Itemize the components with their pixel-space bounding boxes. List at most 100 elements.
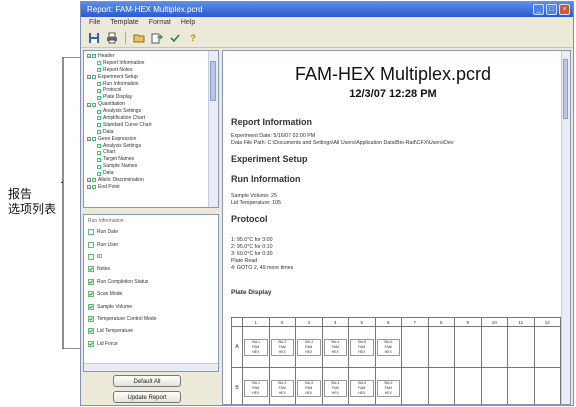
- close-icon[interactable]: ×: [559, 4, 570, 15]
- maximize-icon[interactable]: □: [546, 4, 557, 15]
- menu-file[interactable]: File: [89, 17, 100, 29]
- minimize-icon[interactable]: _: [533, 4, 544, 15]
- tree-item-checkbox[interactable]: [97, 61, 101, 66]
- report-scroll-thumb[interactable]: [563, 59, 568, 119]
- tree-item[interactable]: Sample Names: [87, 163, 208, 170]
- save-icon[interactable]: [87, 31, 101, 45]
- option-checkbox[interactable]: [88, 229, 94, 236]
- toolbar: ?: [81, 29, 573, 48]
- export-icon[interactable]: [150, 31, 164, 45]
- option-item[interactable]: Lid Temperature: [84, 325, 218, 337]
- well-content: Std-2 FAM HEX: [270, 338, 294, 356]
- plate-well: Std-3 FAM HEX: [295, 326, 323, 368]
- tree-item-checkbox[interactable]: [92, 54, 96, 59]
- option-label: Temperature Control Mode: [97, 315, 157, 322]
- tree-item-checkbox[interactable]: [92, 102, 96, 107]
- print-icon[interactable]: [105, 31, 119, 45]
- menu-template[interactable]: Template: [110, 17, 138, 29]
- tree-item[interactable]: Standard Curve Chart: [87, 122, 208, 129]
- tree-item[interactable]: − Quantitation: [87, 101, 208, 108]
- tree-item[interactable]: − End Point: [87, 184, 208, 191]
- tree-item[interactable]: Amplification Chart: [87, 115, 208, 122]
- option-checkbox[interactable]: [88, 278, 94, 285]
- tree-item-checkbox[interactable]: [97, 164, 101, 169]
- option-item[interactable]: Lid Force: [84, 338, 218, 350]
- tree-item[interactable]: Plate Display: [87, 94, 208, 101]
- option-label: Run User: [97, 241, 119, 248]
- report-scrollbar[interactable]: [561, 51, 570, 404]
- tree-item[interactable]: Target Names: [87, 156, 208, 163]
- callout-bracket: [61, 57, 81, 349]
- update-report-button[interactable]: Update Report: [113, 391, 181, 403]
- tree-item-checkbox[interactable]: [97, 82, 101, 86]
- option-checkbox[interactable]: [88, 315, 94, 322]
- plate-well: [480, 326, 508, 368]
- option-item[interactable]: Scan Mode: [84, 288, 218, 300]
- collapse-icon[interactable]: −: [87, 137, 91, 142]
- tree-item-checkbox[interactable]: [92, 178, 96, 183]
- collapse-icon[interactable]: −: [87, 54, 91, 59]
- tree-item[interactable]: Analysis Settings: [87, 108, 208, 115]
- option-item[interactable]: Run Completion Status: [84, 276, 218, 288]
- collapse-icon[interactable]: −: [87, 178, 91, 183]
- tree-item-label: Report Information: [103, 59, 145, 66]
- option-checkbox[interactable]: [88, 253, 94, 260]
- tree-item-checkbox[interactable]: [97, 88, 101, 93]
- tree-item[interactable]: Data: [87, 170, 208, 177]
- collapse-icon[interactable]: −: [87, 102, 91, 107]
- tree-item-checkbox[interactable]: [97, 109, 101, 114]
- tree-item-checkbox[interactable]: [97, 68, 101, 73]
- tree-item-checkbox[interactable]: [97, 144, 101, 149]
- collapse-icon[interactable]: −: [87, 185, 91, 190]
- menu-format[interactable]: Format: [149, 17, 171, 29]
- option-checkbox[interactable]: [88, 291, 94, 298]
- tree-item[interactable]: Report Information: [87, 60, 208, 67]
- menu-help[interactable]: Help: [181, 17, 195, 29]
- tree-item-checkbox[interactable]: [92, 137, 96, 142]
- option-checkbox[interactable]: [88, 340, 94, 347]
- tree-scrollbar[interactable]: [208, 51, 218, 207]
- tree-item[interactable]: Data: [87, 129, 208, 136]
- tree-item[interactable]: − Allelic Discrimination: [87, 177, 208, 184]
- plate-column-header: 12: [533, 317, 561, 327]
- option-item[interactable]: Sample Volume: [84, 300, 218, 312]
- option-item[interactable]: Run Date: [84, 226, 218, 238]
- tree-item[interactable]: − Gene Expression: [87, 136, 208, 143]
- option-checkbox[interactable]: [88, 266, 94, 273]
- plate-row-label: A: [231, 326, 243, 368]
- tree-item-label: Chart: [103, 149, 116, 156]
- open-icon[interactable]: [132, 31, 146, 45]
- option-item[interactable]: Temperature Control Mode: [84, 313, 218, 325]
- tree-item-checkbox[interactable]: [97, 95, 101, 100]
- tree-item-checkbox[interactable]: [97, 123, 101, 128]
- tree-item[interactable]: − Header: [87, 53, 208, 60]
- callout-line-2: 选项列表: [8, 202, 57, 216]
- help-icon[interactable]: ?: [186, 31, 200, 45]
- tree-item[interactable]: Protocol: [87, 87, 208, 94]
- tree-scroll-thumb[interactable]: [210, 61, 216, 101]
- option-checkbox[interactable]: [88, 303, 94, 310]
- options-scrollbar[interactable]: [84, 363, 218, 371]
- plate-well: [401, 326, 429, 368]
- option-item[interactable]: Notes: [84, 263, 218, 275]
- tree-item-checkbox[interactable]: [97, 157, 101, 162]
- option-checkbox[interactable]: [88, 328, 94, 335]
- default-all-button[interactable]: Default All: [113, 375, 181, 387]
- option-checkbox[interactable]: [88, 241, 94, 248]
- option-item[interactable]: Run User: [84, 238, 218, 250]
- tree-item-checkbox[interactable]: [97, 150, 101, 155]
- tree-item-checkbox[interactable]: [97, 130, 101, 135]
- tree-item[interactable]: Analysis Settings: [87, 143, 208, 150]
- check-icon[interactable]: [168, 31, 182, 45]
- tree-item-checkbox[interactable]: [97, 171, 101, 176]
- collapse-icon[interactable]: −: [87, 75, 91, 80]
- tree-item[interactable]: Run Information: [87, 81, 208, 88]
- tree-item-checkbox[interactable]: [92, 75, 96, 80]
- report-options-panel: − Header Report Information Report Notes − Ex…: [83, 50, 219, 405]
- tree-item-checkbox[interactable]: [97, 116, 101, 121]
- option-item[interactable]: ID: [84, 251, 218, 263]
- tree-item[interactable]: Report Notes: [87, 67, 208, 74]
- tree-item[interactable]: Chart: [87, 149, 208, 156]
- tree-item-checkbox[interactable]: [92, 185, 96, 190]
- tree-item[interactable]: − Experiment Setup: [87, 74, 208, 81]
